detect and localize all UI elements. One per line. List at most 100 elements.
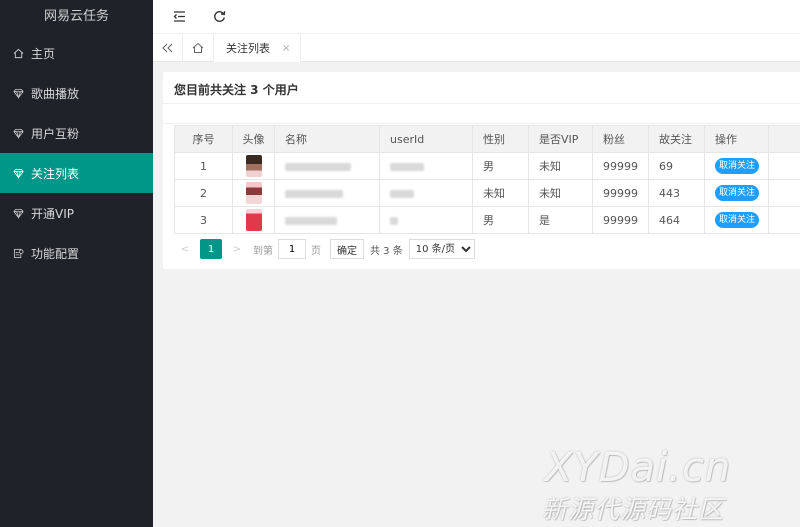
tab-close-icon[interactable]: × bbox=[282, 43, 290, 54]
confirm-page-button[interactable]: 确定 bbox=[330, 239, 364, 259]
col-header-avatar[interactable]: 头像 bbox=[232, 125, 275, 153]
blurred-userid bbox=[390, 189, 414, 198]
follow-table: 序号 头像 名称 userId 性别 是否VIP 粉丝 故关注 操作 1 男 未… bbox=[174, 125, 800, 234]
diamond-icon bbox=[12, 87, 24, 99]
app-title: 网易云任务 bbox=[43, 9, 109, 24]
col-header-fans[interactable]: 粉丝 bbox=[592, 125, 649, 153]
table-row: 1 男 未知 99999 69 取消关注 bbox=[174, 152, 800, 180]
tab-label: 关注列表 bbox=[226, 42, 270, 55]
blurred-name bbox=[285, 162, 351, 171]
cell-fans: 99999 bbox=[592, 206, 649, 234]
home-icon bbox=[192, 42, 204, 53]
page-title: 您目前共关注 3 个用户 bbox=[163, 72, 800, 104]
cell-index: 2 bbox=[174, 179, 233, 207]
col-header-index[interactable]: 序号 bbox=[174, 125, 233, 153]
tab-follow-list[interactable]: 关注列表 × bbox=[213, 34, 302, 62]
sidebar: 网易云任务 主页 歌曲播放 用户互粉 关注列表 开通VIP 功能配置 bbox=[0, 0, 153, 527]
table-row: 2 未知 未知 99999 443 取消关注 bbox=[174, 179, 800, 207]
blurred-name bbox=[285, 189, 343, 198]
col-header-userid[interactable]: userId bbox=[379, 125, 473, 153]
tab-home[interactable] bbox=[183, 34, 213, 62]
refresh-icon bbox=[213, 11, 225, 22]
follow-list-card: 您目前共关注 3 个用户 序号 头像 名称 userId 性别 是否VIP 粉丝… bbox=[163, 72, 800, 269]
diamond-icon bbox=[12, 207, 24, 219]
avatar[interactable] bbox=[245, 182, 262, 204]
cell-avatar bbox=[232, 206, 275, 234]
pagination: < 1 > 到第 页 确定 共 3 条 10 条/页 bbox=[174, 237, 475, 261]
diamond-icon bbox=[12, 167, 24, 179]
sidebar-item-home[interactable]: 主页 bbox=[0, 33, 153, 73]
table-header-row: 序号 头像 名称 userId 性别 是否VIP 粉丝 故关注 操作 bbox=[174, 125, 800, 153]
cell-index: 3 bbox=[174, 206, 233, 234]
col-header-name[interactable]: 名称 bbox=[274, 125, 380, 153]
cell-fans: 99999 bbox=[592, 152, 649, 180]
menu-fold-button[interactable] bbox=[166, 4, 192, 30]
tab-scroll-left-button[interactable] bbox=[153, 34, 183, 62]
diamond-icon bbox=[12, 127, 24, 139]
cell-action: 取消关注 bbox=[704, 152, 769, 180]
cell-extra bbox=[768, 179, 800, 207]
sidebar-item-mutual-follow[interactable]: 用户互粉 bbox=[0, 113, 153, 153]
cell-name bbox=[274, 179, 380, 207]
cell-userid bbox=[379, 179, 473, 207]
tab-bar: 关注列表 × bbox=[153, 33, 800, 62]
unfollow-button[interactable]: 取消关注 bbox=[715, 158, 760, 174]
cell-extra bbox=[768, 152, 800, 180]
cell-follows: 69 bbox=[648, 152, 705, 180]
top-header bbox=[153, 0, 800, 33]
menu-fold-icon bbox=[173, 11, 185, 22]
total-count: 共 3 条 bbox=[370, 245, 403, 257]
col-header-action[interactable]: 操作 bbox=[704, 125, 769, 153]
blurred-name bbox=[285, 216, 337, 225]
sidebar-item-follow-list[interactable]: 关注列表 bbox=[0, 153, 153, 193]
cell-vip: 未知 bbox=[528, 152, 593, 180]
unfollow-button[interactable]: 取消关注 bbox=[715, 185, 760, 201]
cell-vip: 是 bbox=[528, 206, 593, 234]
goto-page-input[interactable] bbox=[278, 239, 306, 259]
home-icon bbox=[12, 47, 24, 59]
refresh-button[interactable] bbox=[206, 4, 232, 30]
card-divider bbox=[163, 104, 800, 124]
cell-avatar bbox=[232, 179, 275, 207]
sidebar-item-vip[interactable]: 开通VIP bbox=[0, 193, 153, 233]
cell-vip: 未知 bbox=[528, 179, 593, 207]
page-size-select[interactable]: 10 条/页 bbox=[408, 239, 475, 259]
col-header-vip[interactable]: 是否VIP bbox=[528, 125, 593, 153]
settings-icon bbox=[12, 247, 24, 259]
sidebar-item-label: 开通VIP bbox=[31, 206, 74, 221]
page-number-current[interactable]: 1 bbox=[200, 239, 222, 259]
cell-follows: 443 bbox=[648, 179, 705, 207]
cell-follows: 464 bbox=[648, 206, 705, 234]
cell-userid bbox=[379, 206, 473, 234]
cell-name bbox=[274, 206, 380, 234]
cell-gender: 男 bbox=[472, 152, 529, 180]
col-header-extra bbox=[768, 125, 800, 153]
cell-action: 取消关注 bbox=[704, 179, 769, 207]
avatar[interactable] bbox=[245, 155, 262, 177]
double-chevron-left-icon bbox=[162, 43, 173, 53]
goto-label: 到第 bbox=[253, 245, 273, 257]
cell-index: 1 bbox=[174, 152, 233, 180]
cell-action: 取消关注 bbox=[704, 206, 769, 234]
cell-name bbox=[274, 152, 380, 180]
sidebar-item-label: 功能配置 bbox=[31, 246, 80, 261]
avatar[interactable] bbox=[245, 209, 262, 231]
prev-page-button[interactable]: < bbox=[174, 238, 196, 260]
sidebar-item-label: 歌曲播放 bbox=[31, 86, 80, 101]
col-header-follows[interactable]: 故关注 bbox=[648, 125, 705, 153]
cell-gender: 未知 bbox=[472, 179, 529, 207]
cell-avatar bbox=[232, 152, 275, 180]
sidebar-item-label: 主页 bbox=[31, 46, 56, 61]
watermark-text: XYDai.cn bbox=[545, 445, 732, 491]
watermark-subtext: 新源代源码社区 bbox=[542, 495, 725, 524]
sidebar-item-label: 关注列表 bbox=[31, 166, 80, 181]
next-page-button[interactable]: > bbox=[226, 238, 248, 260]
sidebar-item-settings[interactable]: 功能配置 bbox=[0, 233, 153, 273]
unfollow-button[interactable]: 取消关注 bbox=[715, 212, 760, 228]
col-header-gender[interactable]: 性别 bbox=[472, 125, 529, 153]
page-unit-label: 页 bbox=[311, 245, 321, 257]
sidebar-item-song-play[interactable]: 歌曲播放 bbox=[0, 73, 153, 113]
cell-extra bbox=[768, 206, 800, 234]
blurred-userid bbox=[390, 162, 424, 171]
table-row: 3 男 是 99999 464 取消关注 bbox=[174, 206, 800, 234]
